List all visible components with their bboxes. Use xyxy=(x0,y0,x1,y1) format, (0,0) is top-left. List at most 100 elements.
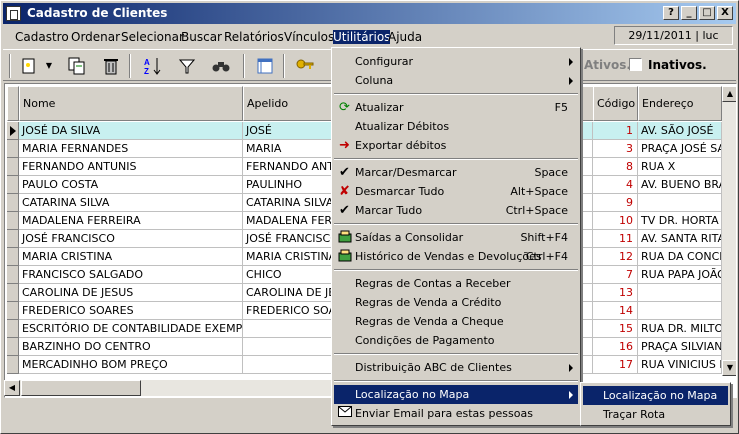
menu-item-historico-vendas[interactable]: Histórico de Vendas e Devoluções Ctrl+F4 xyxy=(334,247,578,266)
cell-nome[interactable]: BARZINHO DO CENTRO xyxy=(19,338,243,356)
cell-endereco[interactable]: AV. BUENO BRAN xyxy=(638,176,722,194)
maximize-button[interactable]: □ xyxy=(699,6,715,20)
cell-endereco[interactable]: TV DR. HORTA xyxy=(638,212,722,230)
cell-nome[interactable]: FERNANDO ANTUNIS xyxy=(19,158,243,176)
menu-selecionar[interactable]: Selecionar xyxy=(121,30,184,44)
scroll-down-button[interactable]: ▼ xyxy=(722,360,736,376)
cell-codigo[interactable]: 11 xyxy=(593,230,638,248)
column-header-codigo[interactable]: Código xyxy=(593,86,638,121)
cell-codigo[interactable]: 10 xyxy=(593,212,638,230)
row-indicator[interactable] xyxy=(7,230,19,248)
cell-endereco[interactable] xyxy=(638,302,722,320)
column-header-endereco[interactable]: Endereço xyxy=(638,86,722,121)
help-button[interactable]: ? xyxy=(663,6,679,20)
cell-codigo[interactable]: 17 xyxy=(593,356,638,374)
horizontal-scrollbar[interactable]: ◀ xyxy=(4,380,334,396)
cell-endereco[interactable] xyxy=(638,284,722,302)
submenu-item-tracar-rota[interactable]: Traçar Rota xyxy=(583,405,728,424)
cell-endereco[interactable]: PRAÇA SILVIANO xyxy=(638,338,722,356)
inativos-label[interactable]: Inativos. xyxy=(648,58,707,72)
cell-nome[interactable]: PAULO COSTA xyxy=(19,176,243,194)
submenu-item-localizacao[interactable]: Localização no Mapa xyxy=(583,386,728,405)
cell-endereco[interactable]: RUA X xyxy=(638,158,722,176)
cell-nome[interactable]: CAROLINA DE JESUS xyxy=(19,284,243,302)
scroll-up-button[interactable]: ▲ xyxy=(722,86,736,102)
menu-item-condicoes-pagamento[interactable]: Condições de Pagamento xyxy=(334,331,578,350)
menu-item-desmarcar-tudo[interactable]: ✘ Desmarcar Tudo Alt+Space xyxy=(334,182,578,201)
horizontal-scroll-thumb[interactable] xyxy=(21,380,141,396)
menu-item-regras-credito[interactable]: Regras de Venda a Crédito xyxy=(334,293,578,312)
menu-item-atualizar-debitos[interactable]: Atualizar Débitos xyxy=(334,117,578,136)
window-icon[interactable] xyxy=(253,54,277,78)
menu-item-distribuicao-abc[interactable]: Distribuição ABC de Clientes xyxy=(334,358,578,377)
menu-item-saidas-consolidar[interactable]: Saídas a Consolidar Shift+F4 xyxy=(334,228,578,247)
sort-az-icon[interactable]: AZ xyxy=(141,54,165,78)
delete-icon[interactable] xyxy=(99,54,123,78)
cell-codigo[interactable]: 3 xyxy=(593,140,638,158)
cell-codigo[interactable]: 9 xyxy=(593,194,638,212)
row-indicator[interactable] xyxy=(7,338,19,356)
row-indicator[interactable] xyxy=(7,284,19,302)
menu-item-coluna[interactable]: Coluna xyxy=(334,71,578,90)
cell-codigo[interactable]: 4 xyxy=(593,176,638,194)
vertical-scrollbar[interactable]: ▲ ▼ xyxy=(722,86,736,376)
cell-nome[interactable]: FRANCISCO SALGADO xyxy=(19,266,243,284)
row-indicator[interactable] xyxy=(7,266,19,284)
row-indicator[interactable] xyxy=(7,320,19,338)
cell-nome[interactable]: MADALENA FERREIRA xyxy=(19,212,243,230)
cell-codigo[interactable]: 12 xyxy=(593,248,638,266)
binoculars-icon[interactable] xyxy=(209,54,233,78)
cell-codigo[interactable]: 16 xyxy=(593,338,638,356)
menu-cadastro[interactable]: Cadastro xyxy=(15,30,69,44)
column-header-nome[interactable]: Nome xyxy=(19,86,243,121)
menu-ajuda[interactable]: Ajuda xyxy=(388,30,422,44)
menu-item-regras-contas[interactable]: Regras de Contas a Receber xyxy=(334,274,578,293)
menu-relatorios[interactable]: Relatórios xyxy=(224,30,284,44)
row-indicator[interactable] xyxy=(7,212,19,230)
menu-utilitarios[interactable]: Utilitários xyxy=(333,30,391,44)
cell-endereco[interactable]: AV. SÃO JOSÉ xyxy=(638,122,722,140)
row-indicator[interactable] xyxy=(7,194,19,212)
menu-buscar[interactable]: Buscar xyxy=(181,30,222,44)
row-indicator[interactable] xyxy=(7,248,19,266)
row-indicator[interactable] xyxy=(7,158,19,176)
cell-endereco[interactable]: RUA DR. MILTON xyxy=(638,320,722,338)
cell-nome[interactable]: MARIA FERNANDES xyxy=(19,140,243,158)
cell-endereco[interactable]: PRAÇA JOSÉ SA xyxy=(638,140,722,158)
menu-item-enviar-email[interactable]: Enviar Email para estas pessoas xyxy=(334,404,578,423)
key-icon[interactable] xyxy=(293,54,317,78)
row-indicator[interactable] xyxy=(7,302,19,320)
menu-item-regras-cheque[interactable]: Regras de Venda a Cheque xyxy=(334,312,578,331)
row-indicator[interactable] xyxy=(7,122,19,140)
inativos-checkbox[interactable] xyxy=(629,58,642,71)
cell-codigo[interactable]: 8 xyxy=(593,158,638,176)
filter-icon[interactable] xyxy=(175,54,199,78)
cell-codigo[interactable]: 14 xyxy=(593,302,638,320)
cell-nome[interactable]: JOSÉ DA SILVA xyxy=(19,122,243,140)
cell-nome[interactable]: CATARINA SILVA xyxy=(19,194,243,212)
cell-endereco[interactable]: RUA DA CONCEI xyxy=(638,248,722,266)
menu-vinculos[interactable]: Vínculos xyxy=(284,30,334,44)
close-button[interactable]: X xyxy=(717,6,733,20)
row-indicator[interactable] xyxy=(7,356,19,374)
cell-endereco[interactable] xyxy=(638,194,722,212)
cell-codigo[interactable]: 7 xyxy=(593,266,638,284)
cell-codigo[interactable]: 15 xyxy=(593,320,638,338)
new-icon[interactable] xyxy=(17,54,41,78)
cell-nome[interactable]: FREDERICO SOARES xyxy=(19,302,243,320)
menu-item-localizacao-mapa[interactable]: Localização no Mapa xyxy=(334,385,578,404)
menu-item-marcar-desmarcar[interactable]: ✔ Marcar/Desmarcar Space xyxy=(334,163,578,182)
menu-item-configurar[interactable]: Configurar xyxy=(334,52,578,71)
minimize-button[interactable]: _ xyxy=(681,6,697,20)
cell-nome[interactable]: JOSÉ FRANCISCO xyxy=(19,230,243,248)
cell-endereco[interactable]: RUA PAPA JOÃO xyxy=(638,266,722,284)
menu-item-marcar-tudo[interactable]: ✔ Marcar Tudo Ctrl+Space xyxy=(334,201,578,220)
scroll-left-button[interactable]: ◀ xyxy=(4,380,20,396)
copy-icon[interactable] xyxy=(65,54,89,78)
cell-nome[interactable]: ESCRITÓRIO DE CONTABILIDADE EXEMPLO xyxy=(19,320,243,338)
cell-codigo[interactable]: 13 xyxy=(593,284,638,302)
cell-codigo[interactable]: 1 xyxy=(593,122,638,140)
row-indicator[interactable] xyxy=(7,140,19,158)
menu-ordenar[interactable]: Ordenar xyxy=(71,30,120,44)
title-bar[interactable]: Cadastro de Clientes ? _ □ X xyxy=(3,3,736,24)
